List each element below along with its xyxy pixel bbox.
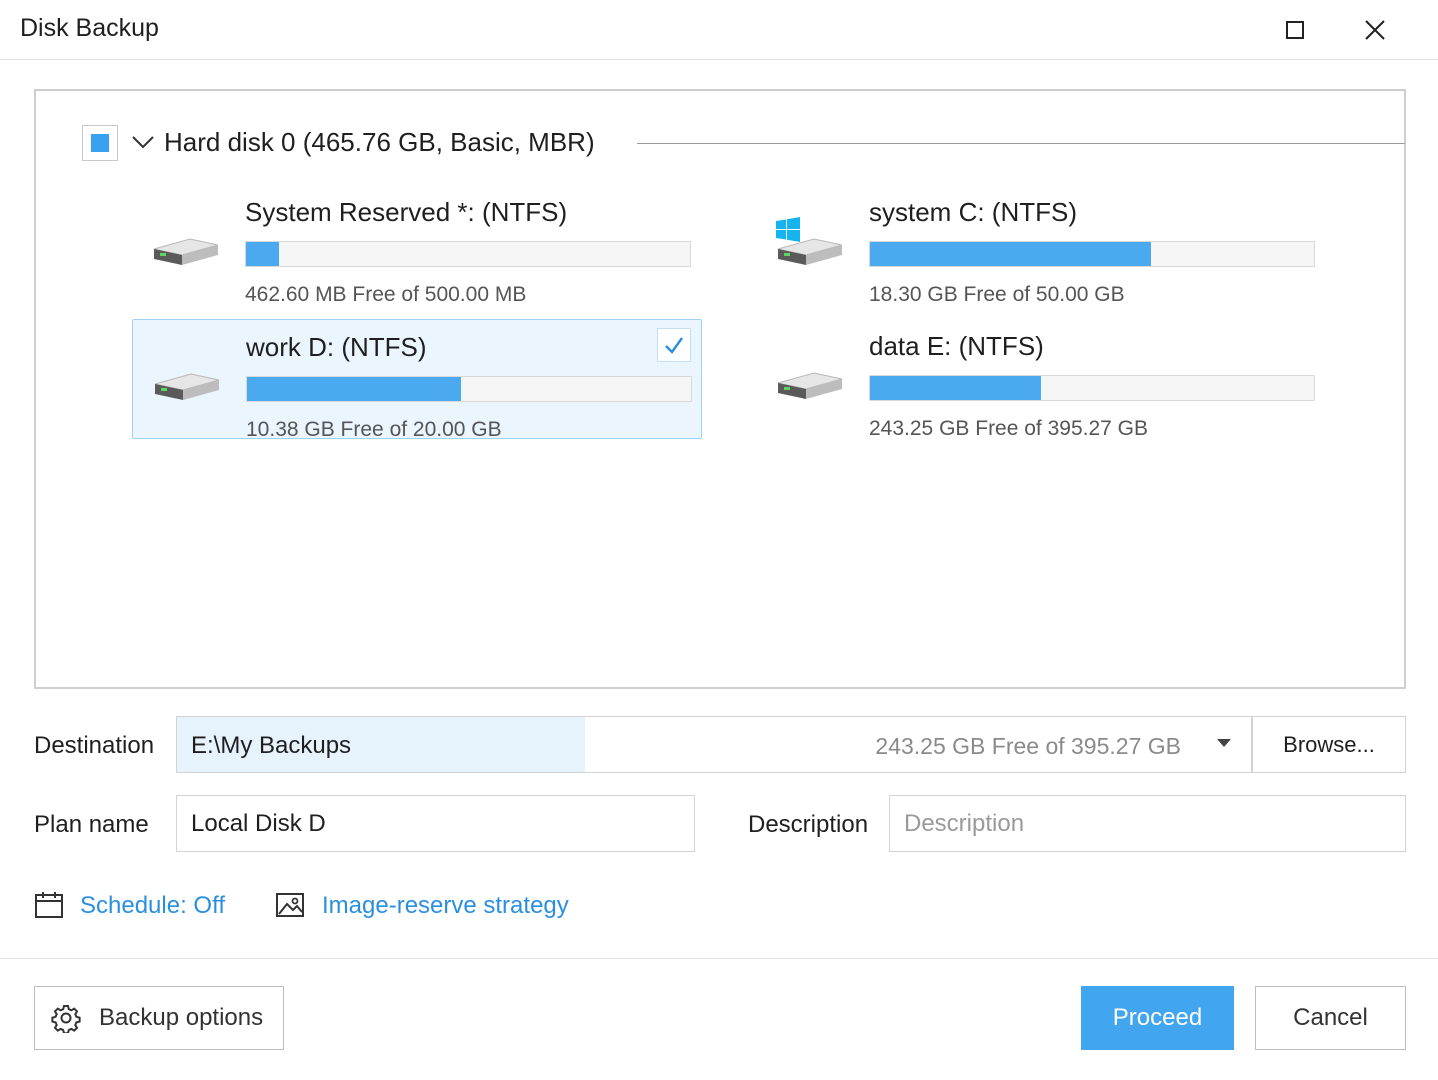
close-button[interactable] [1353,8,1397,52]
calendar-icon [35,892,63,918]
backup-options-button[interactable]: Backup options [34,986,284,1050]
destination-label: Destination [34,732,155,759]
disk-label: Hard disk 0 (465.76 GB, Basic, MBR) [164,127,595,157]
dropdown-arrow-icon[interactable] [1217,739,1231,747]
partition-free-space: 10.38 GB Free of 20.00 GB [246,418,502,441]
disk-checkbox[interactable] [82,125,118,161]
usage-bar [246,376,692,402]
disk-divider [637,143,1405,144]
partition-free-space: 462.60 MB Free of 500.00 MB [245,283,527,306]
destination-path: E:\My Backups [191,732,352,759]
partition-name: work D: (NTFS) [246,332,427,362]
footer-divider [0,958,1438,959]
backup-options-label: Backup options [99,1004,264,1031]
gear-icon [51,1005,81,1033]
usage-bar [869,375,1315,401]
partition-item[interactable]: System Reserved *: (NTFS) 462.60 MB Free… [132,185,702,306]
windows-logo-icon [776,217,800,242]
system-drive-icon [776,217,843,265]
partition-free-space: 18.30 GB Free of 50.00 GB [869,283,1125,306]
proceed-button[interactable]: Proceed [1081,986,1234,1050]
usage-fill [246,242,280,266]
destination-select[interactable]: E:\My Backups 243.25 GB Free of 395.27 G… [176,716,1252,773]
partition-free-space: 243.25 GB Free of 395.27 GB [869,417,1149,440]
usage-bar [245,241,691,267]
maximize-icon [1286,21,1304,39]
partition-item[interactable]: data E: (NTFS) 243.25 GB Free of 395.27 … [756,319,1326,440]
destination-free-space: 243.25 GB Free of 395.27 GB [875,733,1181,759]
partition-name: system C: (NTFS) [869,197,1077,227]
image-reserve-strategy-link[interactable]: Image-reserve strategy [322,892,569,920]
drive-icon [777,372,843,399]
checkmark-icon [665,337,683,354]
partition-panel: Hard disk 0 (465.76 GB, Basic, MBR) Syst… [34,89,1406,689]
disk-header: Hard disk 0 (465.76 GB, Basic, MBR) [82,123,1405,163]
description-label: Description [748,811,869,838]
drive-icon [154,373,220,400]
plan-name-input[interactable] [176,795,695,852]
description-input[interactable] [889,795,1406,852]
usage-bar [869,241,1315,267]
browse-button[interactable]: Browse... [1252,716,1406,773]
partition-item[interactable]: system C: (NTFS) 18.30 GB Free of 50.00 … [756,185,1326,306]
partition-checkbox[interactable] [657,328,691,362]
schedule-link[interactable]: Schedule: Off [80,892,225,920]
window-title: Disk Backup [20,14,159,42]
plan-name-label: Plan name [34,811,149,838]
partition-name: System Reserved *: (NTFS) [245,197,568,227]
partial-check-indicator [91,134,109,152]
maximize-button[interactable] [1273,8,1317,52]
usage-fill [870,376,1041,400]
image-icon [276,893,304,917]
usage-fill [870,242,1152,266]
cancel-button[interactable]: Cancel [1255,986,1406,1050]
chevron-down-icon[interactable] [130,129,156,155]
drive-icon [153,238,219,265]
usage-fill [247,377,461,401]
partition-item-selected[interactable]: work D: (NTFS) 10.38 GB Free of 20.00 GB [132,319,702,441]
close-icon [1365,20,1385,40]
title-bar: Disk Backup [0,0,1438,60]
partition-name: data E: (NTFS) [869,331,1044,361]
